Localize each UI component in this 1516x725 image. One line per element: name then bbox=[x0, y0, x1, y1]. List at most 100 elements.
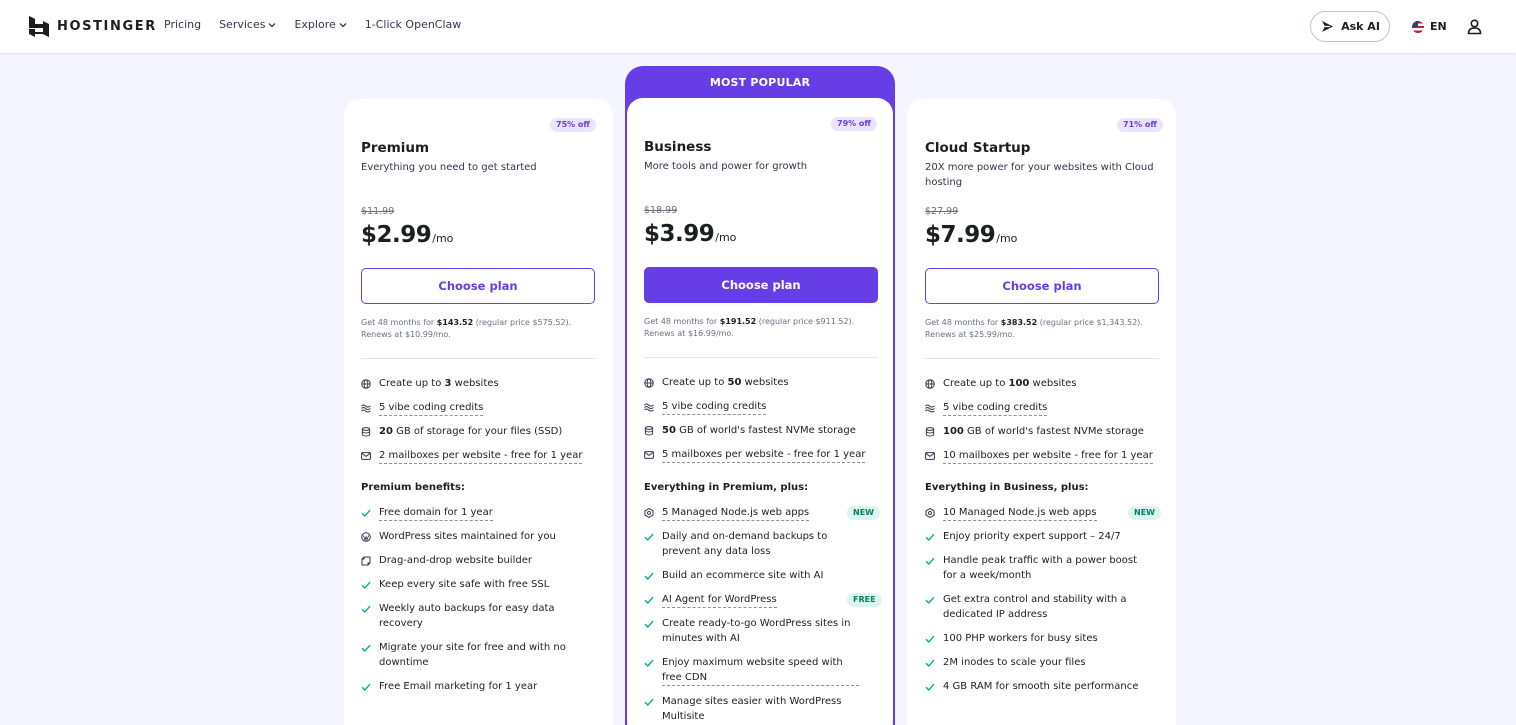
feature-item: 100 GB of world's fastest NVMe storage bbox=[925, 424, 1165, 439]
benefit-item[interactable]: AI Agent for WordPress bbox=[644, 592, 824, 608]
mail-icon bbox=[361, 451, 371, 460]
benefit-item: Keep every site safe with free SSL bbox=[361, 577, 576, 592]
nav-explore-label: Explore bbox=[294, 18, 336, 31]
benefit-item: Create ready-to-go WordPress sites in mi… bbox=[644, 616, 859, 646]
check-icon bbox=[644, 533, 654, 541]
divider bbox=[361, 358, 595, 359]
benefit-item: Handle peak traffic with a power boost f… bbox=[925, 553, 1140, 583]
feature-item: Create up to 100 websites bbox=[925, 376, 1165, 391]
chevron-down-icon bbox=[269, 22, 276, 27]
feature-text: 50 GB of world's fastest NVMe storage bbox=[662, 425, 856, 436]
us-flag-icon bbox=[1412, 20, 1424, 33]
feature-item: Create up to 50 websites bbox=[644, 375, 884, 390]
old-price: $11.99 bbox=[361, 206, 395, 217]
nav-services[interactable]: Services bbox=[219, 18, 276, 31]
hostinger-logo[interactable]: HOSTINGER bbox=[29, 16, 157, 37]
storage-icon bbox=[361, 426, 371, 436]
benefit-text: Daily and on-demand backups to prevent a… bbox=[662, 531, 828, 557]
storage-icon bbox=[925, 426, 935, 436]
nav-explore[interactable]: Explore bbox=[294, 18, 347, 31]
price-period: /mo bbox=[715, 231, 737, 244]
benefit-item: Daily and on-demand backups to prevent a… bbox=[644, 529, 859, 559]
discount-badge: 79% off bbox=[831, 117, 877, 131]
feature-item[interactable]: 5 mailboxes per website - free for 1 yea… bbox=[644, 447, 884, 463]
discount-badge: 71% off bbox=[1117, 118, 1163, 132]
feature-item[interactable]: 10 mailboxes per website - free for 1 ye… bbox=[925, 448, 1165, 464]
fineprint-prefix: Get 48 months for bbox=[925, 318, 1001, 327]
check-icon bbox=[361, 509, 371, 517]
plan-price: $7.99/mo bbox=[925, 222, 1017, 248]
benefit-text: 5 Managed Node.js web apps bbox=[662, 505, 810, 521]
ai-spark-icon bbox=[1322, 21, 1334, 32]
benefit-text: 4 GB RAM for smooth site performance bbox=[943, 681, 1139, 692]
logo-text: HOSTINGER bbox=[57, 19, 157, 34]
feature-item[interactable]: 5 vibe coding credits bbox=[644, 399, 884, 415]
choose-plan-button-premium[interactable]: Choose plan bbox=[361, 268, 595, 304]
ask-ai-button[interactable]: Ask AI bbox=[1310, 11, 1390, 42]
feature-item[interactable]: 5 vibe coding credits bbox=[361, 400, 601, 416]
benefit-text: Create ready-to-go WordPress sites in mi… bbox=[662, 618, 851, 644]
language-label: EN bbox=[1430, 20, 1447, 33]
price-value: $3.99 bbox=[644, 221, 715, 247]
check-icon bbox=[644, 659, 654, 667]
feature-item[interactable]: 2 mailboxes per website - free for 1 yea… bbox=[361, 448, 601, 464]
mail-icon bbox=[925, 451, 935, 460]
language-selector[interactable]: EN bbox=[1412, 20, 1447, 33]
benefit-item[interactable]: 5 Managed Node.js web apps bbox=[644, 505, 824, 521]
price-period: /mo bbox=[432, 232, 454, 245]
check-icon bbox=[361, 581, 371, 589]
vibe-icon bbox=[925, 404, 935, 412]
price-period: /mo bbox=[996, 232, 1018, 245]
benefit-item[interactable]: Enjoy maximum website speed with free CD… bbox=[644, 655, 859, 686]
benefit-text: Get extra control and stability with a d… bbox=[943, 594, 1127, 620]
benefit-text: 2M inodes to scale your files bbox=[943, 657, 1086, 668]
plan-description: Everything you need to get started bbox=[361, 162, 537, 173]
check-icon bbox=[644, 572, 654, 580]
old-price: $27.99 bbox=[925, 206, 959, 217]
check-icon bbox=[925, 659, 935, 667]
new-badge: NEW bbox=[1128, 506, 1161, 520]
vibe-icon bbox=[644, 403, 654, 411]
fineprint-renew: Renews at $25.99/mo. bbox=[925, 330, 1015, 339]
benefit-text: Manage sites easier with WordPress Multi… bbox=[662, 696, 842, 722]
benefit-text: Migrate your site for free and with no d… bbox=[379, 642, 566, 668]
vibe-icon bbox=[361, 404, 371, 412]
feature-item: 50 GB of world's fastest NVMe storage bbox=[644, 423, 884, 438]
nav-openclaw-label: 1-Click OpenClaw bbox=[364, 18, 462, 31]
plan-name: Cloud Startup bbox=[925, 140, 1031, 156]
check-icon bbox=[644, 596, 654, 604]
nav-pricing[interactable]: Pricing bbox=[164, 18, 201, 31]
price-value: $2.99 bbox=[361, 222, 432, 248]
free-badge: FREE bbox=[847, 593, 882, 607]
price-value: $7.99 bbox=[925, 222, 996, 248]
feature-item: 20 GB of storage for your files (SSD) bbox=[361, 424, 601, 439]
old-price: $18.99 bbox=[644, 205, 678, 216]
fineprint-regular: (regular price $575.52). bbox=[473, 318, 572, 327]
feature-text: Create up to 100 websites bbox=[943, 378, 1077, 389]
benefit-text: Drag-and-drop website builder bbox=[379, 555, 532, 566]
choose-plan-button-business[interactable]: Choose plan bbox=[644, 267, 878, 303]
benefit-text: 100 PHP workers for busy sites bbox=[943, 633, 1098, 644]
check-icon bbox=[925, 557, 935, 565]
plan-name: Business bbox=[644, 139, 712, 155]
plan-price: $3.99/mo bbox=[644, 221, 736, 247]
check-icon bbox=[644, 698, 654, 706]
benefit-item: 100 PHP workers for busy sites bbox=[925, 631, 1140, 646]
choose-plan-button-cloud-startup[interactable]: Choose plan bbox=[925, 268, 1159, 304]
check-icon bbox=[361, 605, 371, 613]
benefit-item: Get extra control and stability with a d… bbox=[925, 592, 1140, 622]
benefit-item: Drag-and-drop website builder bbox=[361, 553, 576, 568]
nav-openclaw[interactable]: 1-Click OpenClaw bbox=[365, 18, 462, 31]
fineprint-regular: (regular price $1,343.52). bbox=[1037, 318, 1143, 327]
user-account-icon[interactable] bbox=[1466, 18, 1483, 35]
benefit-item[interactable]: Free domain for 1 year bbox=[361, 505, 576, 521]
fineprint-prefix: Get 48 months for bbox=[644, 317, 720, 326]
feature-text: 20 GB of storage for your files (SSD) bbox=[379, 426, 563, 437]
hostinger-logo-icon bbox=[29, 16, 49, 37]
feature-item[interactable]: 5 vibe coding credits bbox=[925, 400, 1165, 416]
fineprint-renew: Renews at $10.99/mo. bbox=[361, 330, 451, 339]
globe-icon bbox=[361, 378, 371, 389]
benefit-item[interactable]: 10 Managed Node.js web apps bbox=[925, 505, 1105, 521]
feature-text: 5 vibe coding credits bbox=[943, 400, 1048, 416]
feature-text: Create up to 3 websites bbox=[379, 378, 499, 389]
